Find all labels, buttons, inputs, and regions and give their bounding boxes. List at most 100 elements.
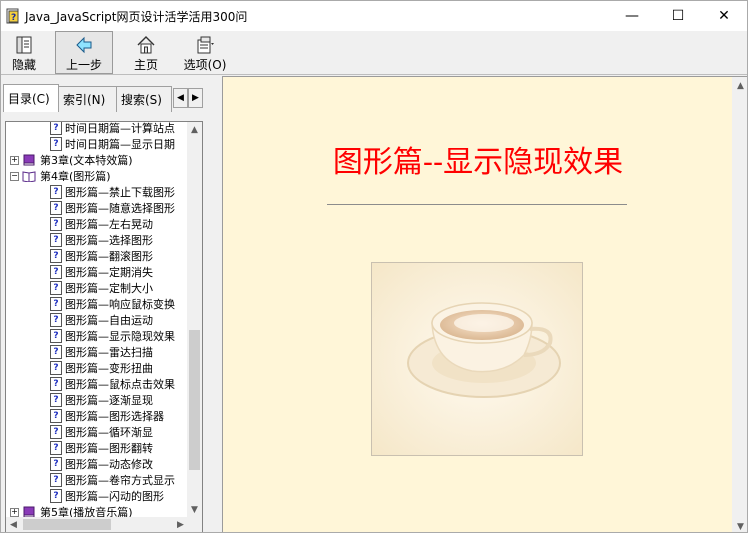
home-button[interactable]: 主页: [121, 31, 171, 74]
scroll-left-icon: ◀: [10, 519, 17, 530]
back-label: 上一步: [65, 58, 102, 72]
tab-contents[interactable]: 目录(C): [3, 84, 59, 112]
tree-topic-item[interactable]: ? 图形篇—随意选择图形: [50, 200, 175, 216]
tree-topic-item[interactable]: ? 图形篇—翻滚图形: [50, 248, 153, 264]
topic-title: 图形篇--显示隐现效果: [332, 145, 624, 180]
tree-item-label: 时间日期篇—显示日期: [65, 138, 175, 151]
tree-item-label: 图形篇—动态修改: [65, 458, 153, 471]
tree-item-label: 图形篇—自由运动: [65, 314, 153, 327]
tree-topic-item[interactable]: ? 图形篇—鼠标点击效果: [50, 376, 175, 392]
scroll-up-button[interactable]: ▲: [187, 122, 202, 137]
scrollbar-corner: [187, 517, 202, 532]
scroll-down-button[interactable]: ▼: [187, 502, 202, 517]
maximize-icon: ☐: [671, 8, 685, 24]
close-button[interactable]: ✕: [701, 1, 747, 31]
tree-topic-item[interactable]: ? 图形篇—自由运动: [50, 312, 153, 328]
hide-label: 隐藏: [11, 58, 36, 72]
content-scroll-up-icon: ▲: [737, 80, 744, 91]
tree-chapter-node[interactable]: + 第5章(播放音乐篇): [10, 504, 133, 517]
tree-topic-item[interactable]: ? 图形篇—定期消失: [50, 264, 153, 280]
tree-topic-item[interactable]: ? 图形篇—逐渐显现: [50, 392, 153, 408]
tree-vertical-scrollbar[interactable]: ▲ ▼: [187, 122, 202, 517]
maximize-button[interactable]: ☐: [655, 1, 701, 31]
tree-item-label: 时间日期篇—计算站点: [65, 122, 175, 135]
expand-toggle-icon[interactable]: +: [10, 155, 19, 165]
tab-search[interactable]: 搜索(S): [116, 86, 172, 112]
tree-topic-item[interactable]: ? 图形篇—定制大小: [50, 280, 153, 296]
tree-topic-item[interactable]: ? 图形篇—图形选择器: [50, 408, 164, 424]
tree-item-label: 图形篇—左右晃动: [65, 218, 153, 231]
help-topic-page-icon: ?: [50, 409, 62, 423]
tree-vertical-scroll-thumb[interactable]: [189, 330, 200, 470]
back-button[interactable]: 上一步: [55, 31, 113, 74]
right-arrow-icon: ▶: [192, 93, 199, 103]
options-button[interactable]: 选项(O): [179, 31, 231, 74]
tab-scroll-left-button[interactable]: ◀: [173, 88, 188, 108]
tree-topic-item[interactable]: ? 图形篇—响应鼠标变换: [50, 296, 175, 312]
help-window: ? Java_JavaScript网页设计活学活用300问 — ☐ ✕ 隐藏 上…: [0, 0, 748, 533]
scroll-left-button[interactable]: ◀: [6, 517, 21, 532]
topic-content-pane: 图形篇--显示隐现效果 ▲ ▼: [222, 76, 747, 532]
expand-toggle-icon[interactable]: +: [10, 507, 19, 517]
tree-item-label: 图形篇—选择图形: [65, 234, 153, 247]
tree-topic-item[interactable]: ? 图形篇—卷帘方式显示: [50, 472, 175, 488]
tree-topic-item[interactable]: ? 图形篇—左右晃动: [50, 216, 153, 232]
tree-topic-item[interactable]: ? 图形篇—显示隐现效果: [50, 328, 175, 344]
tree-topic-item[interactable]: ? 图形篇—循环渐显: [50, 424, 153, 440]
tab-contents-label: 目录(C): [8, 92, 50, 106]
tree-topic-item[interactable]: ? 图形篇—闪动的图形: [50, 488, 164, 504]
tree-item-label: 第4章(图形篇): [40, 170, 111, 183]
options-icon: [194, 35, 216, 55]
tree-topic-item[interactable]: ? 图形篇—雷达扫描: [50, 344, 153, 360]
help-topic-page-icon: ?: [50, 137, 62, 151]
tree-item-label: 图形篇—翻滚图形: [65, 250, 153, 263]
tree-item-label: 图形篇—定期消失: [65, 266, 153, 279]
close-icon: ✕: [718, 8, 730, 24]
help-topic-page-icon: ?: [50, 393, 62, 407]
tree-horizontal-scrollbar[interactable]: ◀ ▶: [6, 517, 188, 532]
tree-chapter-node[interactable]: − 第4章(图形篇): [10, 168, 111, 184]
tree-topic-item[interactable]: ? 图形篇—动态修改: [50, 456, 153, 472]
hide-button[interactable]: 隐藏: [1, 31, 47, 74]
contents-tree: ? 时间日期篇—计算站点? 时间日期篇—显示日期 + 第3章(文本特效篇) − 第4章(图形…: [6, 122, 188, 517]
tree-item-label: 图形篇—禁止下载图形: [65, 186, 175, 199]
scroll-up-icon: ▲: [191, 124, 198, 135]
left-arrow-icon: ◀: [177, 93, 184, 103]
minimize-button[interactable]: —: [609, 1, 655, 31]
tab-scroll-right-button[interactable]: ▶: [188, 88, 203, 108]
content-scroll-down-button[interactable]: ▼: [732, 518, 747, 532]
content-vertical-scrollbar[interactable]: ▲ ▼: [732, 77, 747, 532]
help-topic-page-icon: ?: [50, 473, 62, 487]
collapse-toggle-icon[interactable]: −: [10, 171, 19, 181]
tree-chapter-node[interactable]: + 第3章(文本特效篇): [10, 152, 133, 168]
tab-index[interactable]: 索引(N): [58, 86, 117, 112]
minimize-icon: —: [625, 8, 639, 24]
tree-item-label: 第5章(播放音乐篇): [40, 506, 133, 517]
options-label: 选项(O): [183, 58, 227, 72]
content-scroll-down-icon: ▼: [737, 521, 744, 532]
tree-item-label: 图形篇—鼠标点击效果: [65, 378, 175, 391]
help-topic-page-icon: ?: [50, 233, 62, 247]
help-topic-page-icon: ?: [50, 185, 62, 199]
help-app-icon: ?: [5, 8, 21, 24]
tree-topic-item[interactable]: ? 时间日期篇—计算站点: [50, 122, 175, 136]
help-topic-page-icon: ?: [50, 249, 62, 263]
tree-topic-item[interactable]: ? 图形篇—禁止下载图形: [50, 184, 175, 200]
title-bar: ? Java_JavaScript网页设计活学活用300问 — ☐ ✕: [1, 1, 747, 31]
help-topic-page-icon: ?: [50, 425, 62, 439]
navigation-pane: 目录(C) 索引(N) 搜索(S) ◀ ▶ ? 时间日期篇—计算站点? 时间日期篇—…: [1, 76, 217, 532]
closed-book-icon: [22, 506, 36, 517]
tree-item-label: 第3章(文本特效篇): [40, 154, 133, 167]
help-topic-page-icon: ?: [50, 489, 62, 503]
tree-topic-item[interactable]: ? 图形篇—选择图形: [50, 232, 153, 248]
help-topic-page-icon: ?: [50, 361, 62, 375]
scroll-right-button[interactable]: ▶: [173, 517, 188, 532]
content-scroll-up-button[interactable]: ▲: [732, 77, 747, 94]
tab-search-label: 搜索(S): [121, 93, 162, 107]
tree-topic-item[interactable]: ? 时间日期篇—显示日期: [50, 136, 175, 152]
tree-topic-item[interactable]: ? 图形篇—变形扭曲: [50, 360, 153, 376]
title-divider: [327, 204, 627, 205]
help-topic-page-icon: ?: [50, 281, 62, 295]
tree-horizontal-scroll-thumb[interactable]: [23, 519, 111, 530]
tree-topic-item[interactable]: ? 图形篇—图形翻转: [50, 440, 153, 456]
